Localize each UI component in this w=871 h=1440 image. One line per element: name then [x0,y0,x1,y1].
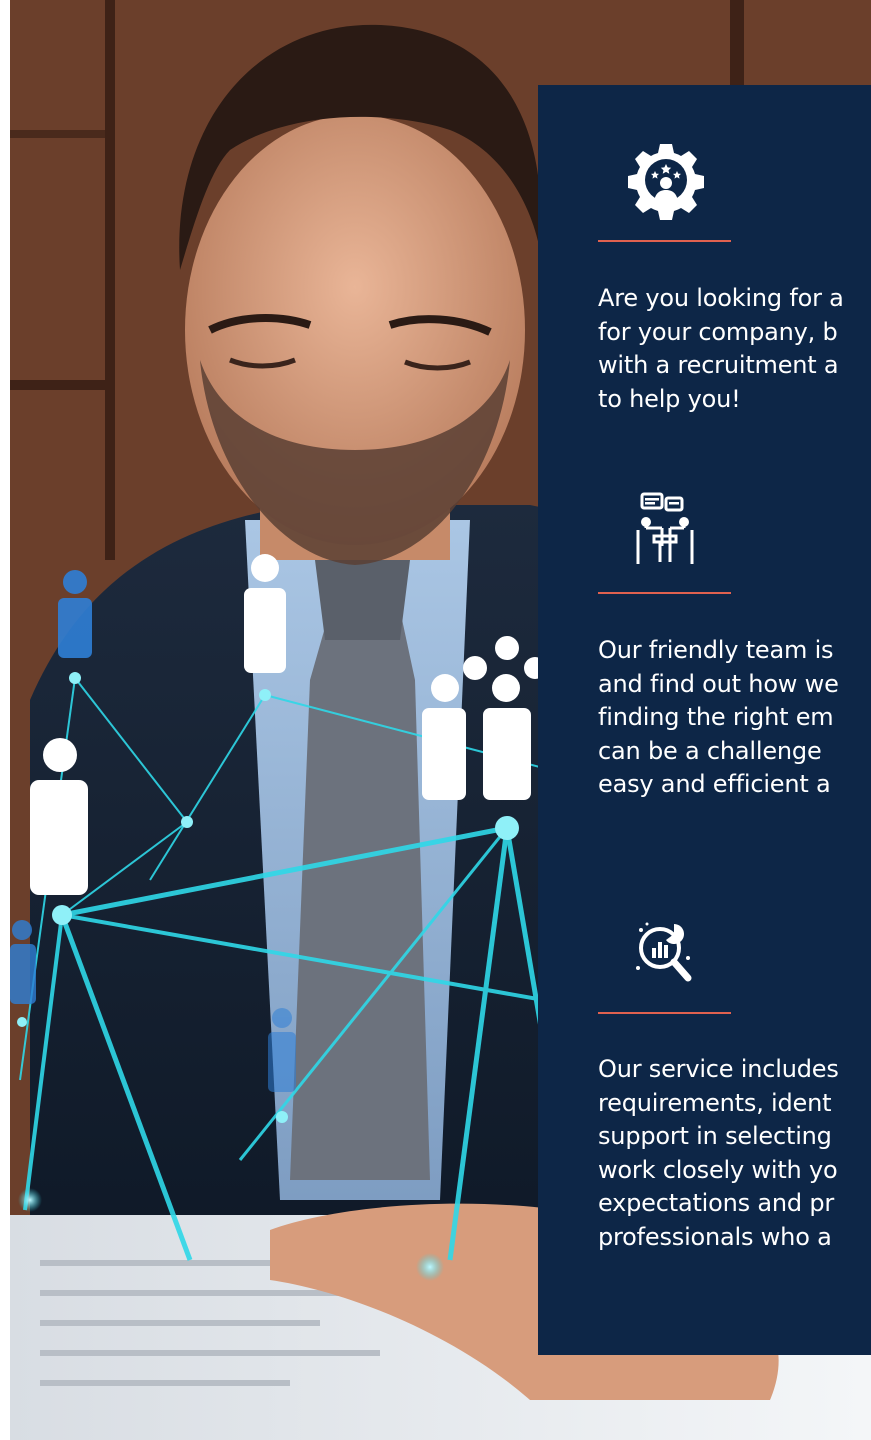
feature-text-line: work closely with yo [598,1155,838,1184]
accent-divider [598,1012,731,1014]
feature-text-line: support in selecting [598,1122,832,1150]
tie-knot [315,560,410,640]
feature-text-line: Are you looking for a [598,284,844,312]
feature-text-line: finding the right em [598,703,834,731]
feature-text-line: with a recruitment a [598,351,839,379]
person-silhouette-icon [58,570,92,658]
services-panel: Are you looking for a for your company, … [538,85,871,1355]
meeting-chat-icon [626,490,706,570]
feature-text-line: expectations and pr [598,1189,835,1217]
analytics-search-icon [626,910,706,990]
feature-text-line: requirements, ident [598,1088,832,1117]
feature-description: Our friendly team is and find out how we… [598,634,871,802]
accent-divider [598,240,731,242]
wood-frame [10,380,115,390]
feature-text-line: professionals who a [598,1222,832,1251]
feature-description: Our service includes requirements, ident… [598,1053,871,1254]
feature-description: Are you looking for a for your company, … [598,282,871,416]
feature-text-line: can be a challenge [598,736,822,765]
feature-text-line: for your company, b [598,317,838,346]
wood-frame [10,130,105,138]
gear-person-stars-icon [626,140,706,220]
feature-text-line: easy and efficient a [598,770,831,798]
document-line [40,1320,320,1326]
wood-frame [730,0,744,90]
tie [290,610,430,1180]
feature-text-line: and find out how we [598,669,839,698]
document-line [40,1350,380,1356]
feature-text-line: to help you! [598,384,741,413]
feature-text-line: Our service includes [598,1055,839,1083]
feature-text-line: Our friendly team is [598,636,834,664]
wood-frame [105,0,115,560]
page: Are you looking for a for your company, … [0,0,871,1440]
document-line [40,1380,290,1386]
accent-divider [598,592,731,594]
